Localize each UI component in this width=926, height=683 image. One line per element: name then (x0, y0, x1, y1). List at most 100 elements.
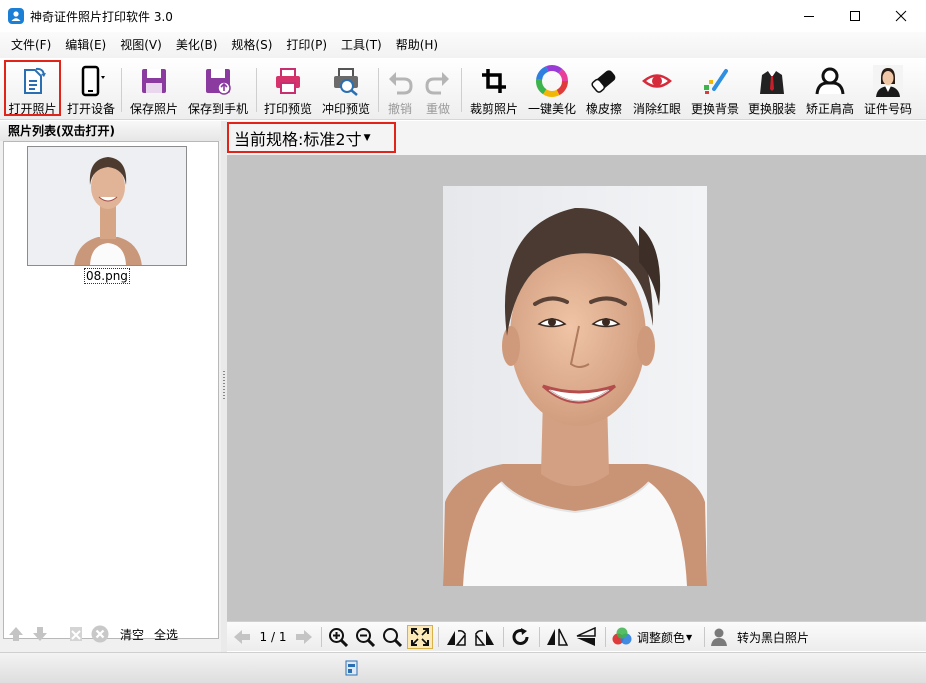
id-number-button[interactable]: 证件号码 (861, 60, 915, 116)
open-photo-button[interactable]: 打开照片 (4, 60, 61, 116)
undo-icon (389, 72, 413, 95)
fix-shoulders-label: 矫正肩高 (805, 102, 854, 116)
toolbar-separator (378, 68, 379, 112)
remove-photo-button[interactable] (88, 622, 112, 646)
menu-tools[interactable]: 工具(T) (334, 32, 389, 58)
convert-bw-button[interactable]: 转为黑白照片 (709, 625, 819, 649)
woman-portrait-photo (443, 186, 707, 586)
print-preview-button[interactable]: 打印预览 (261, 60, 315, 116)
title-bar: 神奇证件照片打印软件 3.0 (0, 0, 926, 32)
redo-icon (425, 72, 449, 95)
spec-selector[interactable]: 当前规格: 标准2寸 ▼ (227, 122, 396, 153)
rotate-right-button[interactable] (472, 625, 498, 649)
eraser-button[interactable]: 橡皮擦 (582, 60, 626, 116)
rotate-left-button[interactable] (443, 625, 469, 649)
adjust-color-button[interactable]: 调整颜色 ▼ (611, 625, 701, 649)
flip-vertical-button[interactable] (573, 625, 599, 649)
develop-preview-label: 冲印预览 (321, 102, 370, 116)
fit-window-button[interactable] (407, 625, 433, 649)
menu-print[interactable]: 打印(P) (279, 32, 334, 58)
toolbar-separator (321, 627, 322, 647)
convert-bw-label: 转为黑白照片 (737, 630, 810, 645)
arrow-up-icon (9, 627, 23, 641)
app-logo-icon (8, 8, 24, 24)
menu-spec[interactable]: 规格(S) (224, 32, 279, 58)
save-to-phone-label: 保存到手机 (187, 102, 248, 116)
develop-preview-icon (334, 68, 358, 96)
actual-size-button[interactable] (380, 625, 404, 649)
save-to-phone-button[interactable]: 保存到手机 (185, 60, 251, 116)
maximize-button[interactable] (832, 0, 878, 32)
red-eye-icon (642, 74, 672, 88)
flip-vertical-icon (576, 627, 596, 646)
remove-red-eye-button[interactable]: 消除红眼 (629, 60, 685, 116)
next-page-button[interactable] (293, 625, 315, 649)
arrow-right-icon (296, 630, 312, 644)
photo-thumbnail[interactable] (27, 146, 187, 266)
move-up-button[interactable] (4, 622, 28, 646)
woman-portrait-thumbnail (28, 147, 186, 265)
toolbar-separator (539, 627, 540, 647)
photo-list-header: 照片列表(双击打开) (0, 121, 221, 141)
menu-view[interactable]: 视图(V) (113, 32, 169, 58)
change-clothes-button[interactable]: 更换服装 (745, 60, 799, 116)
preview-canvas[interactable] (227, 155, 926, 621)
change-clothes-label: 更换服装 (747, 102, 796, 116)
save-to-phone-icon (206, 69, 231, 95)
one-click-beautify-button[interactable]: 一键美化 (525, 60, 579, 116)
id-photo-preview[interactable] (443, 186, 707, 586)
close-icon (895, 10, 907, 22)
refresh-button[interactable] (508, 625, 534, 649)
select-all-button[interactable]: 全选 (154, 626, 178, 643)
main-toolbar: 打开照片 打开设备 保存照片 保存到手机 打印预览 冲印预览 撤销 重做 裁剪照… (0, 58, 926, 120)
minimize-button[interactable] (786, 0, 832, 32)
zoom-out-icon (356, 628, 375, 647)
clear-list-button[interactable]: 清空 (120, 626, 144, 643)
toolbar-separator (704, 627, 705, 647)
change-background-button[interactable]: 更换背景 (688, 60, 742, 116)
delete-photo-button[interactable] (64, 622, 88, 646)
undo-label: 撤销 (387, 102, 412, 116)
undo-button[interactable]: 撤销 (383, 60, 417, 116)
redo-button[interactable]: 重做 (421, 60, 455, 116)
zoom-out-button[interactable] (353, 625, 377, 649)
zoom-in-button[interactable] (326, 625, 350, 649)
refresh-icon (512, 628, 529, 645)
id-person-icon (873, 65, 903, 97)
eraser-icon (591, 70, 616, 93)
close-button[interactable] (878, 0, 924, 32)
adjust-color-label: 调整颜色 (637, 630, 686, 645)
person-gray-icon (711, 628, 727, 646)
crop-photo-button[interactable]: 裁剪照片 (466, 60, 522, 116)
remove-circle-icon (91, 625, 109, 643)
phone-device-icon (81, 65, 105, 97)
app-window: 神奇证件照片打印软件 3.0 文件(F) 编辑(E) 视图(V) 美化(B) 规… (0, 0, 926, 683)
eraser-label: 橡皮擦 (585, 102, 622, 116)
prev-page-button[interactable] (231, 625, 253, 649)
move-down-button[interactable] (28, 622, 52, 646)
preview-toolbar: 1 / 1 调整颜色 ▼ 转为黑白照片 (227, 621, 926, 651)
menu-help[interactable]: 帮助(H) (389, 32, 445, 58)
save-photo-label: 保存照片 (129, 102, 178, 116)
spec-value: 标准2寸 (303, 129, 362, 149)
print-preview-label: 打印预览 (263, 102, 312, 116)
menu-beautify[interactable]: 美化(B) (169, 32, 225, 58)
menu-edit[interactable]: 编辑(E) (58, 32, 113, 58)
rgb-circles-icon (612, 627, 632, 645)
photo-filename[interactable]: 08.png (84, 268, 130, 284)
develop-preview-button[interactable]: 冲印预览 (318, 60, 374, 116)
fix-shoulders-button[interactable]: 矫正肩高 (803, 60, 857, 116)
save-photo-button[interactable]: 保存照片 (125, 60, 183, 116)
fit-screen-icon (411, 628, 429, 646)
menu-file[interactable]: 文件(F) (4, 32, 58, 58)
open-device-button[interactable]: 打开设备 (64, 60, 118, 116)
remove-red-eye-label: 消除红眼 (632, 102, 681, 116)
redo-label: 重做 (425, 102, 450, 116)
one-click-beautify-label: 一键美化 (527, 102, 576, 116)
minimize-icon (804, 16, 814, 17)
flip-horizontal-icon (547, 628, 568, 646)
crop-icon (482, 69, 506, 93)
flip-horizontal-button[interactable] (544, 625, 570, 649)
splitter-grip (223, 371, 225, 401)
photo-list[interactable]: 08.png (3, 141, 219, 639)
